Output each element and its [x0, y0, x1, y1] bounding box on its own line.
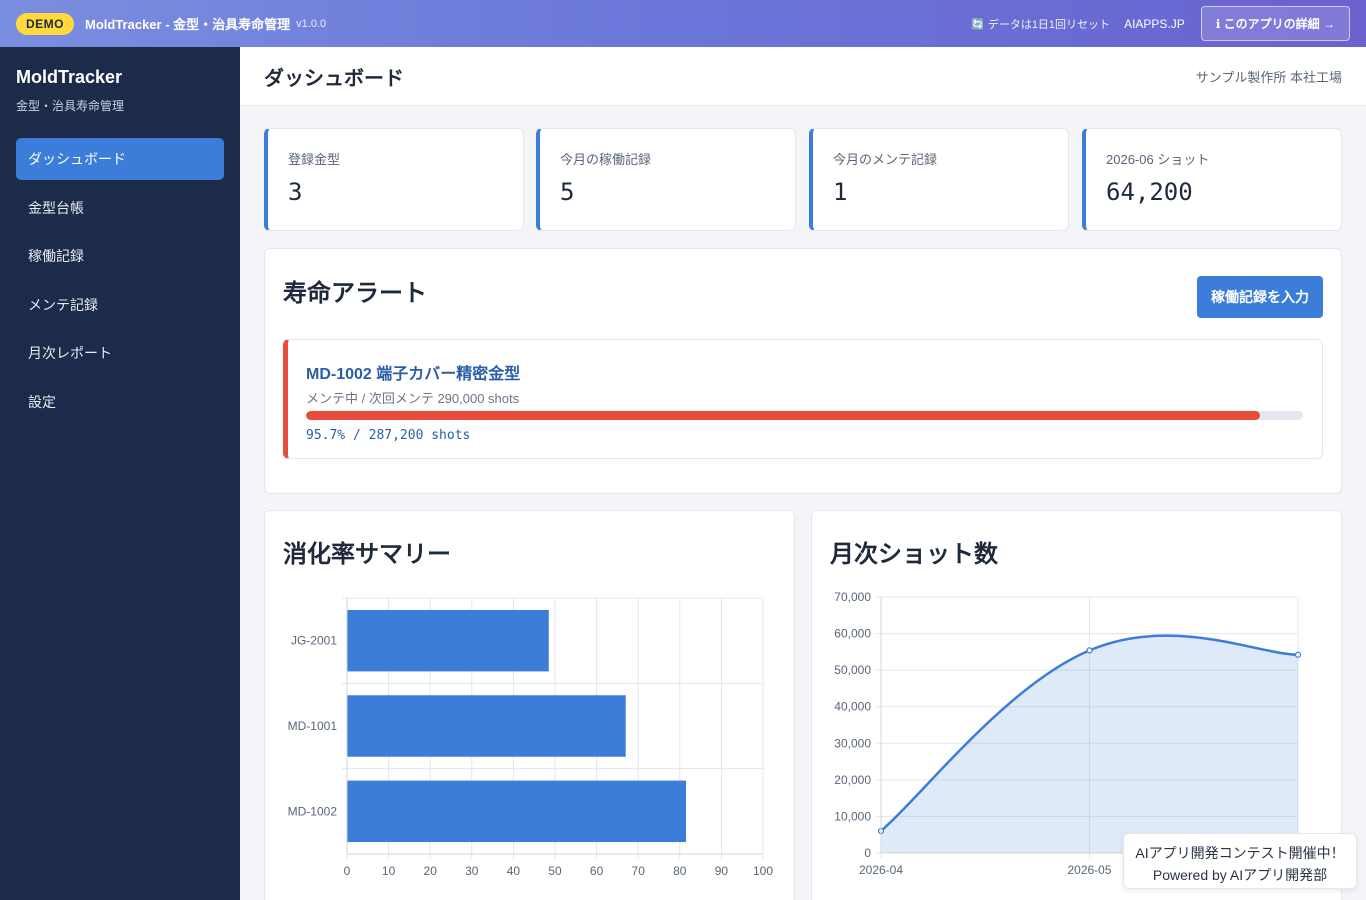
x-tick-label: 2026-04 [859, 863, 903, 877]
x-tick-label: 80 [673, 864, 687, 878]
top-banner: DEMO MoldTracker - 金型・治具寿命管理 v1.0.0 🔄 デー… [0, 0, 1366, 47]
y-tick-label: 0 [864, 846, 871, 860]
x-tick-label: 0 [344, 864, 351, 878]
x-tick-label: 20 [424, 864, 438, 878]
enter-operation-record-button[interactable]: 稼働記録を入力 [1197, 276, 1323, 318]
life-progress-fill [306, 411, 1261, 420]
demo-badge: DEMO [16, 12, 74, 35]
bar [347, 695, 626, 757]
area-fill [881, 635, 1298, 853]
sidebar-item-dashboard[interactable]: ダッシュボード [16, 138, 224, 180]
panel-title: 寿命アラート [283, 280, 427, 307]
contest-badge[interactable]: AIアプリ開発コンテスト開催中！ Powered by AIアプリ開発部 [1123, 833, 1357, 889]
brand-name: MoldTracker [16, 67, 123, 87]
y-tick-label: MD-1001 [288, 719, 338, 733]
powered-by: Powered by AIアプリ開発部 [1152, 867, 1328, 883]
alert-title[interactable]: MD-1002 端子カバー精密金型 [306, 360, 1304, 384]
x-tick-label: 60 [590, 864, 604, 878]
y-tick-label: MD-1002 [288, 804, 338, 818]
y-tick-label: JG-2001 [291, 634, 337, 648]
app-version: v1.0.0 [296, 17, 327, 30]
x-tick-label: 50 [548, 864, 562, 878]
x-tick-label: 40 [507, 864, 521, 878]
stat-card-registered-molds: 登録金型 3 [264, 128, 524, 231]
stat-card-monthly-shots: 2026-06 ショット 64,200 [1082, 128, 1342, 231]
stat-card-monthly-maintenance: 今月のメンテ記録 1 [809, 128, 1069, 231]
life-progress-bar [306, 411, 1303, 420]
data-point [1086, 647, 1093, 654]
sidebar-item-mold-ledger[interactable]: 金型台帳 [16, 187, 224, 229]
sidebar-item-monthly-report[interactable]: 月次レポート [16, 332, 224, 374]
x-tick-label: 90 [715, 864, 729, 878]
site-link[interactable]: AIAPPS.JP [1124, 17, 1185, 31]
alert-card[interactable]: MD-1002 端子カバー精密金型 メンテ中 / 次回メンテ 290,000 s… [283, 339, 1323, 459]
stat-value: 3 [288, 178, 303, 206]
alert-progress-text: 95.7% / 287,200 shots [306, 428, 471, 443]
stat-label: 今月のメンテ記録 [833, 152, 938, 167]
reset-note: 🔄 データは1日1回リセット [971, 18, 1111, 31]
y-tick-label: 50,000 [834, 663, 871, 677]
plant-name: サンプル製作所 本社工場 [1195, 69, 1342, 85]
stat-card-monthly-operations: 今月の稼働記録 5 [536, 128, 796, 231]
sidebar: MoldTracker 金型・治具寿命管理 ダッシュボード 金型台帳 稼働記録 … [0, 47, 240, 900]
app-title: MoldTracker - 金型・治具寿命管理 [85, 17, 291, 32]
x-tick-label: 2026-05 [1067, 863, 1111, 877]
consumption-summary-panel: 消化率サマリー 0 10 20 30 40 50 60 70 80 90 100 JG-2001 MD-… [264, 510, 795, 900]
stat-label: 今月の稼働記録 [560, 152, 652, 167]
data-point [1294, 651, 1302, 658]
sidebar-item-settings[interactable]: 設定 [16, 381, 224, 423]
x-tick-label: 10 [382, 864, 396, 878]
consumption-bar-chart: 0 10 20 30 40 50 60 70 80 90 100 JG-2001 MD-1001 MD-1… [288, 597, 773, 878]
sidebar-nav: ダッシュボード 金型台帳 稼働記録 メンテ記録 月次レポート 設定 [16, 138, 224, 423]
page-title: ダッシュボード [264, 67, 404, 90]
life-alert-panel: 寿命アラート 稼働記録を入力 MD-1002 端子カバー精密金型 メンテ中 / … [264, 248, 1342, 494]
stat-value: 5 [560, 178, 575, 206]
app-detail-button[interactable]: ℹ このアプリの詳細 → [1200, 6, 1350, 41]
x-tick-label: 100 [753, 864, 773, 878]
y-tick-label: 60,000 [834, 627, 871, 641]
stat-label: 登録金型 [288, 152, 341, 167]
y-tick-label: 40,000 [834, 700, 871, 714]
page-header: ダッシュボード サンプル製作所 本社工場 [240, 47, 1366, 106]
contest-line: AIアプリ開発コンテスト開催中！ [1135, 845, 1345, 861]
y-tick-label: 10,000 [834, 809, 871, 823]
x-tick-label: 70 [632, 864, 646, 878]
stat-value: 64,200 [1106, 178, 1193, 206]
y-tick-label: 20,000 [834, 773, 871, 787]
topbar-right: 🔄 データは1日1回リセット AIAPPS.JP ℹ このアプリの詳細 → [971, 6, 1350, 41]
bar [347, 609, 549, 672]
stat-label: 2026-06 ショット [1106, 152, 1210, 167]
y-tick-label: 70,000 [834, 590, 871, 604]
sidebar-item-maintenance-records[interactable]: メンテ記録 [16, 284, 224, 326]
sidebar-item-operation-records[interactable]: 稼働記録 [16, 235, 224, 277]
y-tick-label: 30,000 [834, 736, 871, 750]
main-content: ダッシュボード サンプル製作所 本社工場 登録金型 3 今月の稼働記録 5 今月… [240, 47, 1366, 900]
brand-subtitle: 金型・治具寿命管理 [16, 99, 125, 113]
x-tick-label: 30 [465, 864, 479, 878]
stat-value: 1 [833, 178, 848, 206]
alert-subtitle: メンテ中 / 次回メンテ 290,000 shots [306, 391, 520, 406]
bar [347, 780, 687, 843]
